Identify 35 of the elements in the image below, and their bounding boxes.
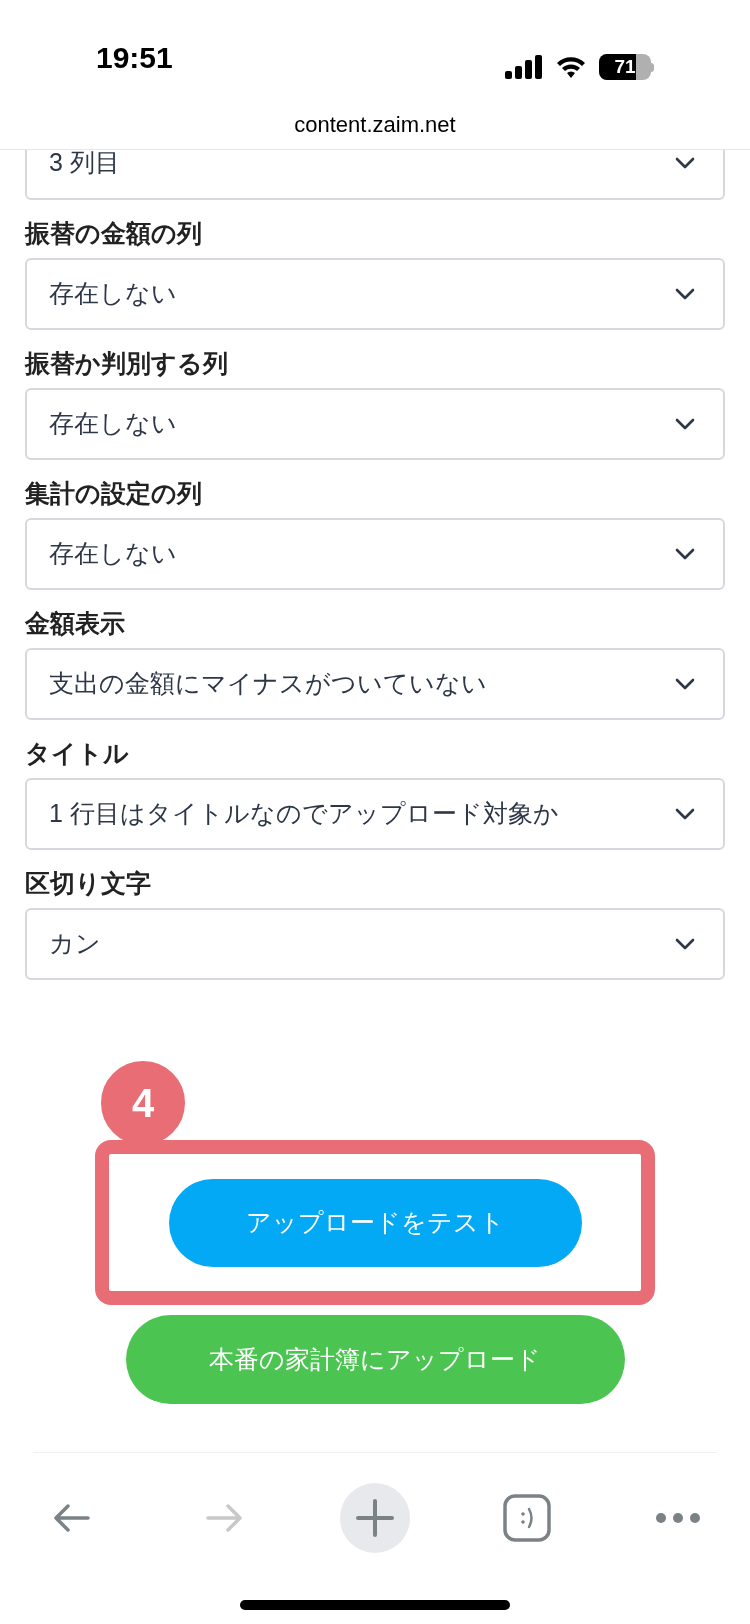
select-value: 存在しない	[49, 278, 177, 310]
select-value: カン	[49, 928, 101, 960]
chevron-down-icon	[675, 808, 695, 820]
battery-level: 71	[613, 54, 637, 79]
status-time: 19:51	[96, 40, 173, 76]
select-field[interactable]: 1 行目はタイトルなのでアップロード対象か	[25, 778, 725, 850]
field-label: 振替か判別する列	[25, 348, 229, 379]
url-text[interactable]: content.zaim.net	[294, 108, 456, 141]
select-field[interactable]: 存在しない	[25, 258, 725, 330]
field-label: 金額表示	[25, 608, 126, 639]
wifi-icon	[555, 55, 587, 79]
field-label: 振替の金額の列	[25, 218, 203, 249]
select-value: 3 列目	[49, 150, 120, 179]
select-value: 存在しない	[49, 538, 177, 570]
select-field[interactable]: 存在しない	[25, 518, 725, 590]
tab-switcher-icon[interactable]	[502, 1494, 551, 1542]
field-label: 集計の設定の列	[25, 478, 203, 509]
chevron-down-icon	[675, 678, 695, 690]
field-label: タイトル	[25, 738, 130, 769]
select-value: 支出の金額にマイナスがついていない	[49, 668, 487, 700]
chevron-down-icon	[675, 418, 695, 430]
select-value: 1 行目はタイトルなのでアップロード対象か	[49, 798, 559, 830]
select-field[interactable]: カン	[25, 908, 725, 980]
chevron-down-icon	[675, 548, 695, 560]
field-label: 区切り文字	[25, 868, 152, 899]
select-field[interactable]: 3 列目	[25, 150, 725, 200]
select-value: 存在しない	[49, 408, 177, 440]
signal-icon	[505, 55, 543, 79]
plus-icon[interactable]	[340, 1483, 410, 1553]
chevron-down-icon	[675, 938, 695, 950]
select-field[interactable]: 支出の金額にマイナスがついていない	[25, 648, 725, 720]
chevron-down-icon	[675, 288, 695, 300]
chevron-down-icon	[675, 157, 695, 169]
select-field[interactable]: 存在しない	[25, 388, 725, 460]
more-icon[interactable]	[656, 1513, 700, 1523]
